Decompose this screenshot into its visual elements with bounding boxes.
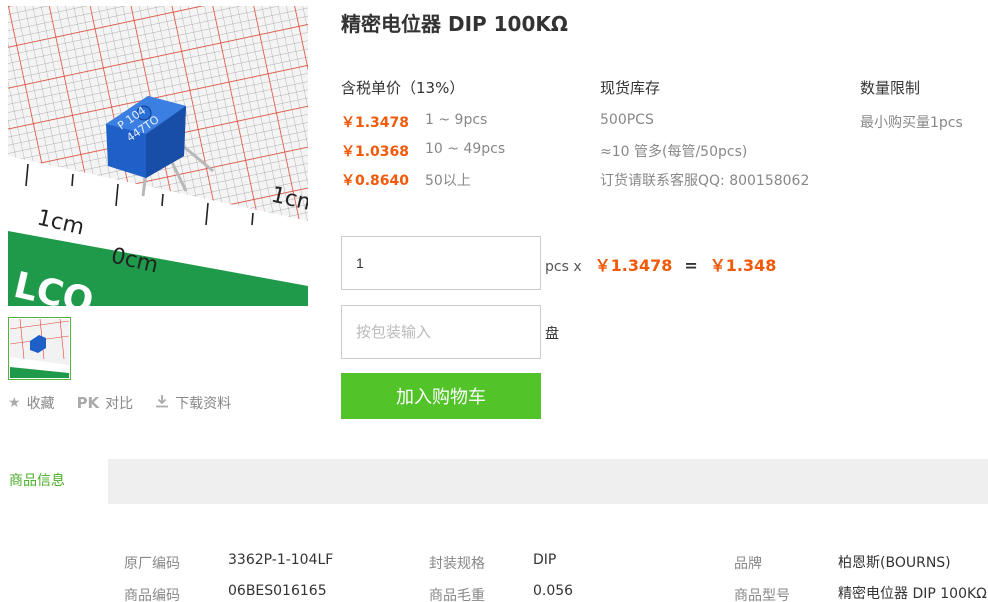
package-unit-label: 盘 bbox=[545, 326, 559, 342]
tier-price: ￥1.0368 bbox=[341, 144, 410, 160]
quantity-input[interactable] bbox=[341, 236, 541, 290]
min-purchase: 最小购买量1pcs bbox=[860, 115, 963, 131]
tier-price: ￥0.8640 bbox=[341, 173, 410, 189]
compare-action[interactable]: PK 对比 bbox=[77, 393, 134, 413]
package-label: 封装规格 bbox=[429, 556, 485, 572]
product-code-value: 06BES016165 bbox=[228, 583, 327, 599]
stock-header: 现货库存 bbox=[600, 79, 661, 97]
favorite-action[interactable]: ★ 收藏 bbox=[8, 393, 55, 413]
package-input[interactable] bbox=[341, 305, 541, 359]
product-actions: ★ 收藏 PK 对比 下载资料 bbox=[8, 393, 253, 413]
stock-quantity: 500PCS bbox=[600, 112, 654, 128]
tier-price: ￥1.3478 bbox=[341, 115, 410, 131]
model-value: 精密电位器 DIP 100KΩ bbox=[838, 586, 987, 602]
weight-label: 商品毛重 bbox=[429, 588, 485, 602]
download-label: 下载资料 bbox=[175, 396, 232, 412]
download-action[interactable]: 下载资料 bbox=[155, 393, 231, 413]
weight-value: 0.056 bbox=[533, 583, 574, 599]
price-tier-row: ￥0.8640 50以上 bbox=[341, 170, 471, 190]
thumbnail-photo bbox=[10, 319, 69, 378]
favorite-label: 收藏 bbox=[26, 396, 55, 412]
brand-label: 品牌 bbox=[734, 556, 762, 572]
price-tier-row: ￥1.3478 1 ~ 9pcs bbox=[341, 112, 487, 132]
equals-sign: = bbox=[684, 256, 698, 275]
star-icon: ★ bbox=[8, 395, 21, 411]
total-price: ￥1.348 bbox=[709, 256, 777, 275]
stock-contact: 订货请联系客服QQ: 800158062 bbox=[600, 173, 810, 189]
product-code-label: 商品编码 bbox=[124, 588, 180, 602]
limit-header: 数量限制 bbox=[860, 79, 921, 97]
product-title: 精密电位器 DIP 100KΩ bbox=[341, 12, 568, 36]
product-thumbnail[interactable] bbox=[8, 317, 71, 380]
price-header: 含税单价（13%） bbox=[341, 79, 465, 97]
manufacturer-code-label: 原厂编码 bbox=[124, 556, 180, 572]
tab-product-info[interactable]: 商品信息 bbox=[0, 459, 108, 504]
manufacturer-code-value: 3362P-1-104LF bbox=[228, 552, 334, 568]
compare-label: 对比 bbox=[105, 396, 134, 412]
unit-label: pcs x bbox=[545, 259, 582, 275]
model-label: 商品型号 bbox=[734, 588, 790, 602]
stock-per-tube: ≈10 管多(每管/50pcs) bbox=[600, 144, 748, 160]
product-main-image[interactable]: 1cm 0cm 1cm LCO P 104 447TO bbox=[8, 6, 308, 306]
detail-tab-bar: 商品信息 bbox=[0, 459, 988, 504]
tier-range: 50以上 bbox=[425, 173, 471, 189]
price-tier-row: ￥1.0368 10 ~ 49pcs bbox=[341, 141, 505, 161]
pk-icon: PK bbox=[76, 394, 100, 412]
tier-range: 1 ~ 9pcs bbox=[425, 112, 488, 128]
product-photo: 1cm 0cm 1cm LCO P 104 447TO bbox=[8, 6, 308, 306]
brand-value: 柏恩斯(BOURNS) bbox=[838, 555, 951, 571]
product-page: 1cm 0cm 1cm LCO P 104 447TO ★ 收藏 PK 对比 下… bbox=[0, 0, 988, 602]
add-to-cart-button[interactable]: 加入购物车 bbox=[341, 373, 541, 419]
tier-range: 10 ~ 49pcs bbox=[425, 141, 506, 157]
package-value: DIP bbox=[533, 552, 557, 568]
price-calculation: pcs x ￥1.3478 = ￥1.348 bbox=[545, 252, 776, 276]
unit-price: ￥1.3478 bbox=[594, 256, 673, 275]
download-icon bbox=[155, 394, 169, 412]
